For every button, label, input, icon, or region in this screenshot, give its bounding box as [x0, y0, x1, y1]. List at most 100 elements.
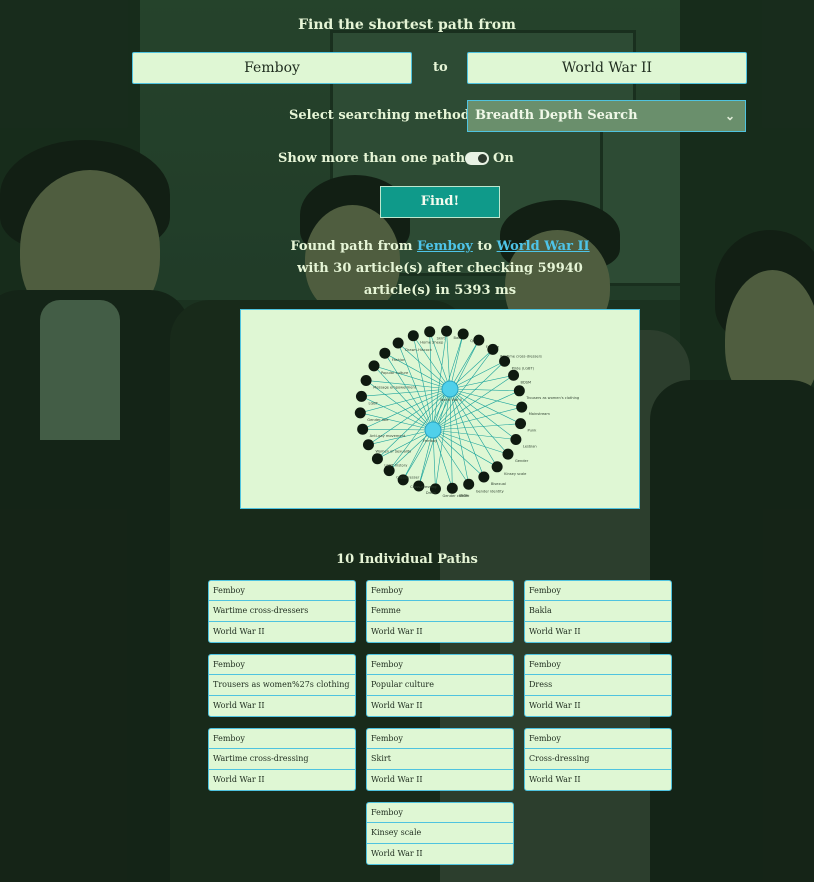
result-suffix: with 30 article(s) after checking 59940 …	[297, 261, 583, 298]
graph-node-label: Mainstream	[529, 412, 551, 416]
method-select[interactable]: Breadth Depth Search ⌄	[467, 100, 746, 132]
result-prefix: Found path from	[290, 239, 417, 254]
graph-node	[516, 401, 528, 413]
path-step: World War II	[371, 626, 423, 636]
graph-node	[508, 369, 520, 381]
graph-node	[478, 471, 490, 483]
graph-node	[499, 355, 511, 367]
graph-hub-node	[441, 380, 459, 398]
path-step: Popular culture	[367, 675, 513, 696]
to-input[interactable]: World War II	[467, 52, 747, 84]
app-foreground: Find the shortest path from Femboy to Wo…	[0, 0, 814, 882]
path-step: World War II	[371, 774, 423, 784]
result-mid: to	[472, 239, 497, 254]
graph-node	[357, 423, 369, 435]
graph-hub-label: Femboy	[423, 439, 438, 443]
graph-hub-label: World War II	[440, 398, 462, 402]
graph-node	[407, 330, 419, 342]
graph-edge	[449, 388, 453, 489]
graph-node-label: Dress	[426, 491, 436, 495]
path-step: Femboy	[367, 729, 513, 750]
graph-node-label: Gender culture	[442, 494, 470, 498]
path-step: Femboy	[367, 803, 513, 824]
path-card: Femboy Femme World War II	[366, 580, 514, 643]
graph-node	[457, 328, 469, 340]
graph-node-label: Skirt	[437, 337, 446, 341]
multi-path-toggle[interactable]	[465, 152, 489, 165]
graph-node	[487, 343, 499, 355]
graph-node	[424, 326, 436, 338]
graph-node-label: Gender identity	[476, 489, 505, 493]
graph-node-label: Lesbian	[523, 445, 537, 449]
graph-node-label: Message empowerment	[373, 385, 417, 389]
graph-node-label: Kinsey scale	[504, 472, 527, 476]
graph-node-label: Drawn-Hiscock	[405, 348, 433, 352]
path-step: Femboy	[525, 729, 671, 750]
graph-node	[371, 453, 383, 465]
graph-node-label: Trousers as women's clothing	[525, 396, 579, 400]
path-step: World War II	[529, 700, 581, 710]
graph-node	[510, 434, 522, 446]
graph-node-label: BDSM	[521, 380, 532, 384]
graph-node-label: LGBT	[368, 401, 378, 405]
graph-node-label: LGBT history	[384, 464, 408, 468]
graph-node-label: Crossdresser	[396, 476, 420, 480]
graph-node-label: Cross-dressing	[410, 485, 436, 489]
graph-node	[362, 439, 374, 451]
graph-node-label: Gender	[515, 459, 529, 463]
toggle-knob	[478, 154, 487, 163]
path-graph-canvas: Home SheepSkirtBaklaQueerFemmeWartime cr…	[354, 325, 579, 498]
paths-title: 10 Individual Paths	[336, 552, 478, 567]
graph-edge	[449, 388, 520, 392]
graph-node	[446, 482, 458, 494]
graph-node	[473, 334, 485, 346]
method-select-value: Breadth Depth Search	[475, 108, 638, 123]
path-card: Femboy Popular culture World War II	[366, 654, 514, 717]
graph-node-label: Fashion	[392, 358, 406, 362]
path-step: World War II	[371, 848, 423, 858]
graph-edge	[362, 428, 434, 431]
path-step: Trousers as women%27s clothing	[209, 675, 355, 696]
path-step: World War II	[213, 774, 265, 784]
find-button[interactable]: Find!	[380, 186, 500, 218]
result-text: Found path from Femboy to World War II w…	[280, 236, 600, 302]
path-step: Femboy	[209, 581, 355, 602]
graph-node-label: Gender role	[367, 418, 389, 422]
graph-node	[515, 418, 527, 430]
path-step: Femboy	[209, 729, 355, 750]
graph-edge	[449, 374, 514, 390]
path-step: Dress	[525, 675, 671, 696]
from-article-link[interactable]: Femboy	[417, 239, 473, 254]
graph-node	[355, 390, 367, 402]
graph-node	[392, 337, 404, 349]
path-step: Skirt	[367, 749, 513, 770]
graph-node	[354, 407, 366, 419]
path-step: Femboy	[209, 655, 355, 676]
to-label: to	[433, 60, 448, 75]
path-step: World War II	[213, 700, 265, 710]
graph-node	[360, 374, 372, 386]
to-article-link[interactable]: World War II	[497, 239, 590, 254]
graph-node-label: Punk	[528, 429, 538, 433]
graph-node	[502, 448, 514, 460]
path-step: World War II	[213, 626, 265, 636]
path-step: Femme	[367, 601, 513, 622]
multi-path-state: On	[493, 151, 514, 166]
method-label: Select searching method:	[289, 108, 475, 123]
graph-node	[368, 360, 380, 372]
path-card: Femboy Dress World War II	[524, 654, 672, 717]
graph-node-label: Anti-gay movement	[370, 434, 406, 438]
path-step: Bakla	[525, 601, 671, 622]
path-step: Femboy	[367, 655, 513, 676]
path-card: Femboy Kinsey scale World War II	[366, 802, 514, 865]
graph-node	[379, 347, 391, 359]
path-step: World War II	[371, 700, 423, 710]
path-graph[interactable]: Home SheepSkirtBaklaQueerFemmeWartime cr…	[240, 309, 640, 509]
path-card: Femboy Cross-dressing World War II	[524, 728, 672, 791]
graph-node	[491, 461, 503, 473]
from-input[interactable]: Femboy	[132, 52, 412, 84]
multi-path-label: Show more than one path:	[278, 151, 470, 166]
path-step: Femboy	[367, 581, 513, 602]
graph-edge	[432, 429, 516, 440]
path-step: Wartime cross-dressers	[209, 601, 355, 622]
